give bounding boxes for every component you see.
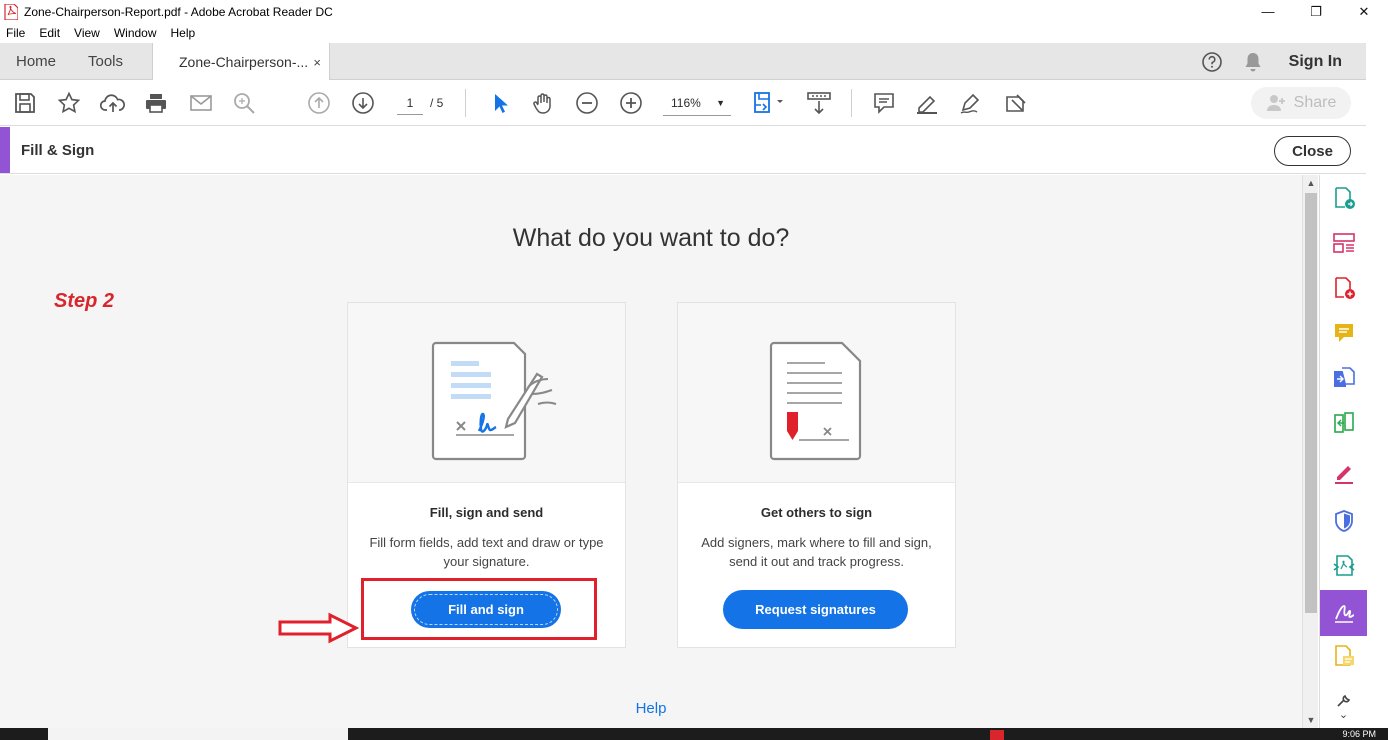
fill-sign-header: Fill & Sign [0,127,1366,174]
page-number-input[interactable]: 1 [397,93,423,115]
step-annotation: Step 2 [54,290,115,312]
zoom-in-icon[interactable] [618,90,644,116]
close-tool-button[interactable]: Close [1274,136,1351,166]
card-illustration [348,303,625,483]
zoom-level-dropdown[interactable]: 116% ▼ [663,92,731,116]
more-tools-wrench-icon[interactable]: ⌄ [1320,691,1367,723]
star-icon[interactable] [56,90,82,116]
protect-shield-icon[interactable] [1320,502,1367,540]
title-bar: Zone-Chairperson-Report.pdf - Adobe Acro… [0,0,1388,23]
menu-view[interactable]: View [74,26,100,40]
scroll-down-arrow[interactable]: ▼ [1303,712,1319,728]
notifications-bell-icon[interactable] [1243,51,1263,73]
collapse-chevron-icon[interactable]: ⌄ [1339,708,1348,721]
highlight-pen-icon[interactable] [914,90,940,116]
card-title: Get others to sign [760,505,873,520]
help-icon[interactable] [1201,51,1223,73]
toolbar-separator [465,89,466,117]
comment-tool-icon[interactable] [1320,314,1367,352]
menu-help[interactable]: Help [171,26,196,40]
share-label: Share [1293,94,1337,111]
page-heading: What do you want to do? [512,224,790,252]
help-link[interactable]: Help [0,700,1302,717]
card-description: Fill form fields, add text and draw or t… [369,535,604,569]
window-controls: — ❐ ✕ [1244,0,1388,23]
print-icon[interactable] [143,90,169,116]
save-icon[interactable] [12,90,38,116]
send-for-review-icon[interactable] [1320,547,1367,585]
compare-files-icon[interactable] [1320,404,1367,442]
comment-icon[interactable] [871,90,897,116]
annotation-arrow-icon [278,612,360,644]
create-pdf-icon[interactable] [1320,269,1367,307]
share-button[interactable]: Share [1251,87,1351,119]
card-illustration [678,303,955,483]
main-content-area [0,175,1302,728]
request-signature-document-icon [769,341,862,461]
previous-page-icon[interactable] [306,90,332,116]
page-total: / 5 [430,96,444,110]
right-tools-panel: ⌄ [1319,175,1367,728]
fill-sign-active-icon[interactable] [1320,590,1367,636]
os-taskbar: 9:06 PM [0,728,1388,740]
tab-document-label: Zone-Chairperson-... [179,54,309,70]
page-fit-icon[interactable] [750,90,786,116]
tab-home[interactable]: Home [16,43,56,80]
add-user-icon [1266,95,1285,111]
search-icon[interactable] [232,90,258,116]
acrobat-app-icon [4,3,18,20]
menu-edit[interactable]: Edit [39,26,60,40]
scroll-up-arrow[interactable]: ▲ [1303,175,1319,191]
request-signatures-button[interactable]: Request signatures [723,590,908,629]
acrobat-taskbar-icon[interactable] [990,730,1004,740]
select-cursor-icon[interactable] [487,90,513,116]
scroll-mode-icon[interactable] [805,90,833,116]
sign-in-link[interactable]: Sign In [1289,53,1342,71]
menu-bar: File Edit View Window Help [0,23,1388,43]
more-tools-icon[interactable] [1003,90,1029,116]
taskbar-search-box[interactable] [48,728,348,740]
restore-button[interactable]: ❐ [1292,0,1340,23]
minimize-button[interactable]: — [1244,0,1292,23]
vertical-scrollbar[interactable]: ▲ ▼ [1302,175,1318,728]
sign-pen-icon[interactable] [958,90,984,116]
email-icon[interactable] [188,90,214,116]
combine-files-icon[interactable] [1320,359,1367,397]
header-right: Sign In [1181,43,1342,80]
tab-bar: Home Tools Zone-Chairperson-... × Sign I… [0,43,1366,81]
card-title: Fill, sign and send [429,505,544,520]
upload-cloud-icon[interactable] [100,90,126,116]
zoom-out-icon[interactable] [574,90,600,116]
stamp-notes-icon[interactable] [1320,637,1367,675]
toolbar-separator [851,89,852,117]
tab-document[interactable]: Zone-Chairperson-... × [152,43,330,81]
fill-sign-title: Fill & Sign [21,142,95,159]
window-right-gutter [1366,43,1388,728]
card-description: Add signers, mark where to fill and sign… [701,535,932,569]
tab-tools[interactable]: Tools [88,43,123,80]
window-title: Zone-Chairperson-Report.pdf - Adobe Acro… [24,4,333,19]
menu-file[interactable]: File [6,26,25,40]
chevron-down-icon: ▼ [716,98,725,108]
fill-sign-tool-icon[interactable] [1320,454,1367,492]
close-window-button[interactable]: ✕ [1340,0,1388,23]
export-pdf-icon[interactable] [1320,179,1367,217]
taskbar-clock: 9:06 PM [1342,729,1376,739]
zoom-level-value: 116% [671,96,701,110]
highlight-annotation-box [361,578,597,640]
close-tab-icon[interactable]: × [313,55,321,70]
tool-accent-bar [0,127,10,173]
fill-sign-document-icon [431,341,557,461]
scroll-thumb[interactable] [1305,193,1317,613]
hand-tool-icon[interactable] [530,90,556,116]
menu-window[interactable]: Window [114,26,157,40]
organize-pages-icon[interactable] [1320,224,1367,262]
next-page-icon[interactable] [350,90,376,116]
